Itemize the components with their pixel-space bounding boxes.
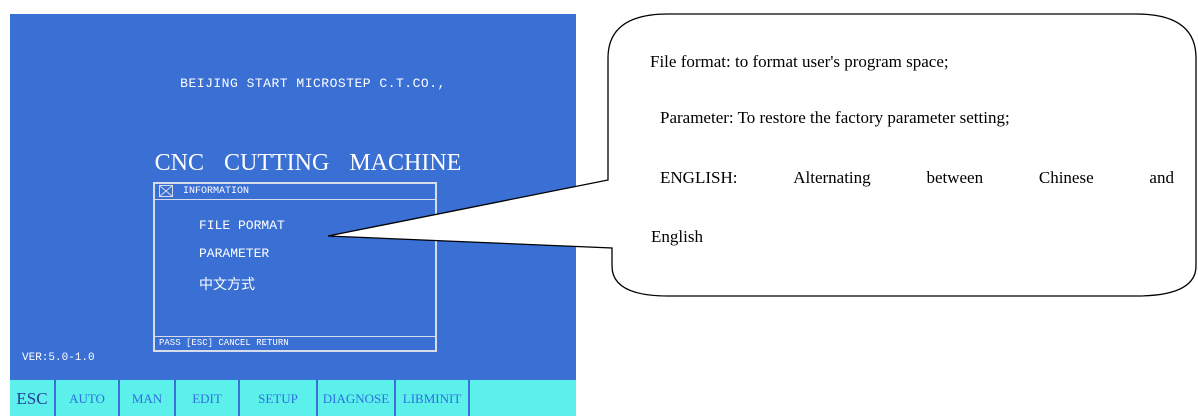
- callout-file-format: File format: to format user's program sp…: [650, 52, 949, 71]
- callout-bubble: [327, 13, 1197, 297]
- callout-word: between: [926, 168, 984, 187]
- callout-word: ENGLISH:: [660, 168, 738, 187]
- callout-parameter: Parameter: To restore the factory parame…: [660, 108, 1010, 127]
- callout-word: Alternating: [793, 168, 871, 187]
- callout-english: ENGLISH: Alternating between Chinese and: [660, 168, 1174, 188]
- callout-english-cont: English: [651, 227, 703, 246]
- callout-word: and: [1149, 168, 1174, 187]
- callout-word: Chinese: [1038, 168, 1094, 187]
